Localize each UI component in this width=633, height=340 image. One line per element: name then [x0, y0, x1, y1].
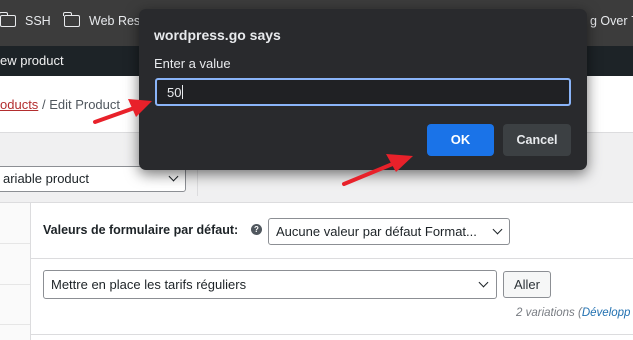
cancel-button[interactable]: Cancel	[503, 124, 571, 156]
text-caret	[182, 85, 184, 99]
dialog-input-value: 50	[167, 85, 182, 100]
dialog-title: wordpress.go says	[154, 27, 281, 43]
dialog-value-input[interactable]: 50	[155, 78, 571, 106]
dialog-message: Enter a value	[154, 56, 231, 71]
prompt-dialog: wordpress.go says Enter a value 50 OK Ca…	[139, 9, 587, 170]
ok-button[interactable]: OK	[427, 124, 494, 156]
